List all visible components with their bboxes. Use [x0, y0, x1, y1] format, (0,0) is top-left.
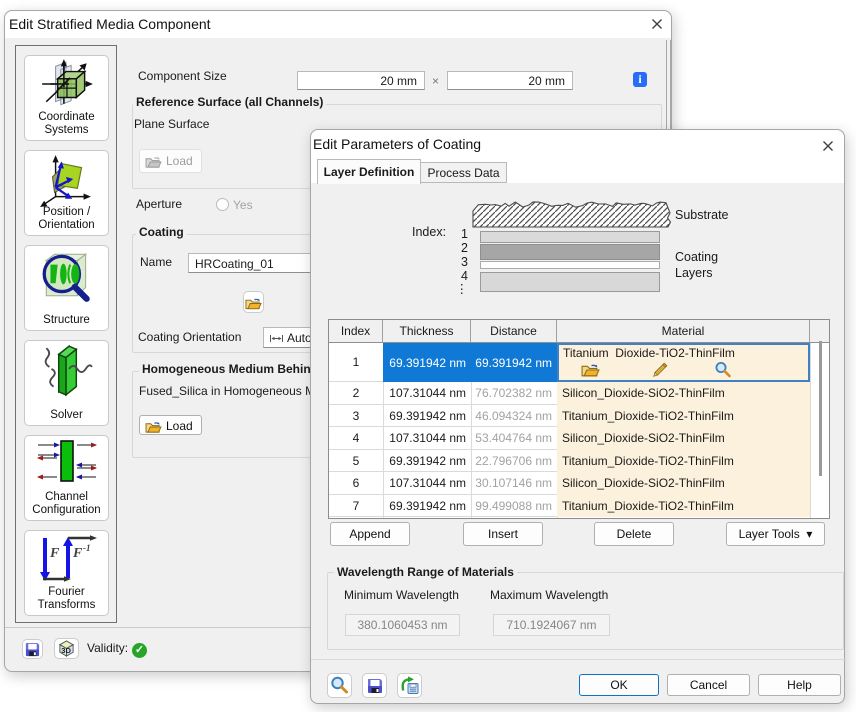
svg-text:3D: 3D [61, 646, 71, 655]
svg-text:F: F [49, 546, 60, 561]
svg-text:F: F [72, 546, 83, 561]
svg-text:-1: -1 [83, 543, 91, 553]
